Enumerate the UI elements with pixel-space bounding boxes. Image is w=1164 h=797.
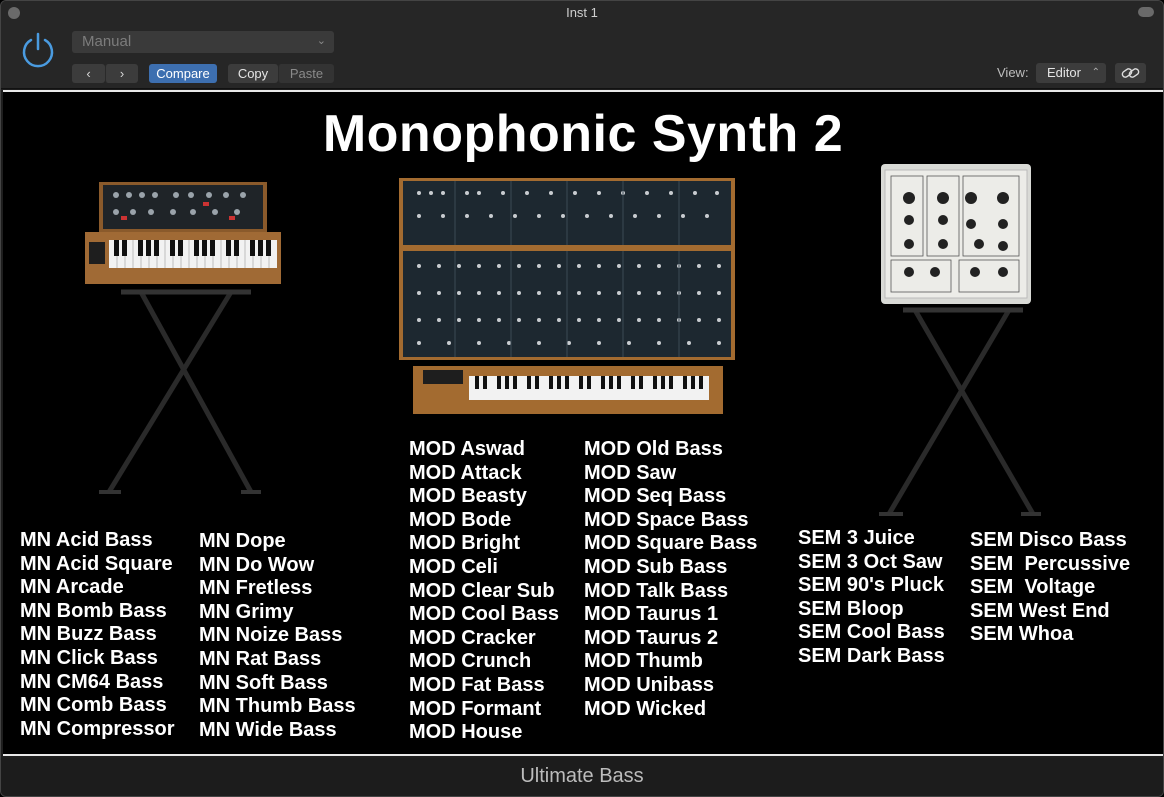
sem-presets-column-1: SEM 3 Juice SEM 3 Oct Saw SEM 90's Pluck… <box>798 527 945 669</box>
preset-item[interactable]: MN Rat Bass <box>199 648 356 672</box>
preset-item[interactable]: MOD Formant <box>409 698 559 722</box>
plugin-window: Inst 1 Manual ⌄ ‹ › Compare Copy Paste V… <box>0 0 1164 797</box>
preset-dropdown[interactable]: Manual ⌄ <box>72 31 334 53</box>
preset-item[interactable]: MN Bomb Bass <box>20 600 174 624</box>
preset-item[interactable]: MN Fretless <box>199 577 356 601</box>
preset-item[interactable]: MN Click Bass <box>20 647 174 671</box>
preset-item[interactable]: MN Dope <box>199 530 356 554</box>
preset-item[interactable]: MOD Sub Bass <box>584 556 757 580</box>
preset-item[interactable]: MOD Attack <box>409 462 559 486</box>
preset-item[interactable]: MN Acid Bass <box>20 529 174 553</box>
preset-item[interactable]: SEM Voltage <box>970 576 1130 600</box>
chevron-down-icon: ⌄ <box>316 35 326 47</box>
view-dropdown[interactable]: Editor ⌃ <box>1036 63 1106 83</box>
paste-button[interactable]: Paste <box>278 64 334 83</box>
preset-item[interactable]: SEM 90's Pluck <box>798 574 945 598</box>
preset-item[interactable]: MOD Fat Bass <box>409 674 559 698</box>
preset-item[interactable]: MOD House <box>409 721 559 745</box>
preset-item[interactable]: MOD Thumb <box>584 650 757 674</box>
view-value: Editor <box>1047 65 1081 80</box>
preset-item[interactable]: SEM Bloop <box>798 598 945 622</box>
sem-synth-image <box>879 164 1041 516</box>
preset-item[interactable]: MOD Crunch <box>409 650 559 674</box>
preset-item[interactable]: MOD Talk Bass <box>584 580 757 604</box>
copy-button[interactable]: Copy <box>228 64 278 83</box>
sem-presets-column-2: SEM Disco Bass SEM Percussive SEM Voltag… <box>970 529 1130 647</box>
preset-item[interactable]: MN Soft Bass <box>199 672 356 696</box>
preset-item[interactable]: MOD Beasty <box>409 485 559 509</box>
preset-item[interactable]: MOD Seq Bass <box>584 485 757 509</box>
modular-synth-image <box>399 178 735 414</box>
preset-panel: Monophonic Synth 2 MN Acid Bass MN Acid … <box>3 90 1163 756</box>
preset-item[interactable]: SEM 3 Oct Saw <box>798 551 945 575</box>
preset-item[interactable]: MN Comb Bass <box>20 694 174 718</box>
window-resize-button[interactable] <box>1138 7 1154 17</box>
preset-item[interactable]: MN Arcade <box>20 576 174 600</box>
preset-item[interactable]: MN Acid Square <box>20 553 174 577</box>
power-icon[interactable] <box>19 31 57 69</box>
updown-chevron-icon: ⌃ <box>1091 67 1100 78</box>
preset-item[interactable]: MOD Taurus 2 <box>584 627 757 651</box>
preset-item[interactable]: SEM Percussive <box>970 553 1130 577</box>
preset-item[interactable]: MOD Space Bass <box>584 509 757 533</box>
preset-item[interactable]: SEM Disco Bass <box>970 529 1130 553</box>
preset-item[interactable]: SEM Dark Bass <box>798 645 945 669</box>
link-icon <box>1121 68 1140 78</box>
minimoog-synth-image <box>85 182 281 494</box>
preset-item[interactable]: MOD Cracker <box>409 627 559 651</box>
mn-presets-column-2: MN Dope MN Do Wow MN Fretless MN Grimy M… <box>199 530 356 742</box>
preset-item[interactable]: MN CM64 Bass <box>20 671 174 695</box>
preset-item[interactable]: MN Do Wow <box>199 554 356 578</box>
preset-item[interactable]: MN Buzz Bass <box>20 623 174 647</box>
compare-button[interactable]: Compare <box>149 64 217 83</box>
preset-item[interactable]: MOD Clear Sub <box>409 580 559 604</box>
panel-title: Monophonic Synth 2 <box>322 105 844 163</box>
mn-presets-column-1: MN Acid Bass MN Acid Square MN Arcade MN… <box>20 529 174 741</box>
preset-item[interactable]: MOD Old Bass <box>584 438 757 462</box>
window-title: Inst 1 <box>566 5 598 20</box>
preset-item[interactable]: MN Wide Bass <box>199 719 356 743</box>
preset-item[interactable]: SEM Whoa <box>970 623 1130 647</box>
preset-item[interactable]: MOD Taurus 1 <box>584 603 757 627</box>
preset-item[interactable]: MOD Aswad <box>409 438 559 462</box>
preset-item[interactable]: MOD Unibass <box>584 674 757 698</box>
next-preset-button[interactable]: › <box>105 64 138 83</box>
preset-item[interactable]: MOD Celi <box>409 556 559 580</box>
mod-presets-column-2: MOD Old Bass MOD Saw MOD Seq Bass MOD Sp… <box>584 438 757 721</box>
preset-item[interactable]: SEM Cool Bass <box>798 621 945 645</box>
preset-item[interactable]: MN Compressor <box>20 718 174 742</box>
previous-preset-button[interactable]: ‹ <box>72 64 105 83</box>
preset-item[interactable]: MOD Cool Bass <box>409 603 559 627</box>
preset-item[interactable]: MOD Wicked <box>584 698 757 722</box>
preset-item[interactable]: MN Thumb Bass <box>199 695 356 719</box>
preset-item[interactable]: MN Noize Bass <box>199 624 356 648</box>
preset-name: Manual <box>82 33 132 50</box>
preset-item[interactable]: MOD Square Bass <box>584 532 757 556</box>
preset-item[interactable]: MOD Saw <box>584 462 757 486</box>
preset-item[interactable]: MOD Bright <box>409 532 559 556</box>
plugin-footer: Ultimate Bass <box>1 758 1163 796</box>
preset-item[interactable]: SEM West End <box>970 600 1130 624</box>
view-label: View: <box>997 65 1029 80</box>
plugin-header: Inst 1 Manual ⌄ ‹ › Compare Copy Paste V… <box>1 1 1163 89</box>
preset-item[interactable]: MN Grimy <box>199 601 356 625</box>
preset-item[interactable]: SEM 3 Juice <box>798 527 945 551</box>
plugin-name: Ultimate Bass <box>520 765 644 787</box>
link-button[interactable] <box>1115 63 1146 83</box>
preset-item[interactable]: MOD Bode <box>409 509 559 533</box>
mod-presets-column-1: MOD Aswad MOD Attack MOD Beasty MOD Bode… <box>409 438 559 745</box>
